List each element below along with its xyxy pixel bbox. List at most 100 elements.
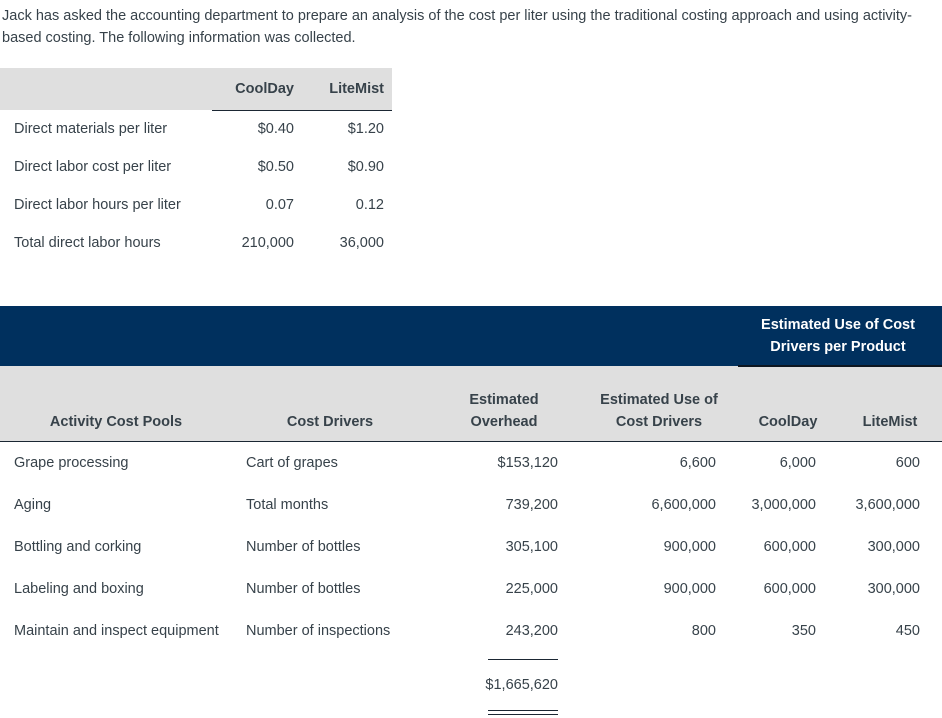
row-activity: Maintain and inspect equipment [14,623,219,639]
table1-header-row: CoolDay LiteMist [0,68,392,111]
table1-row-litemist: 36,000 [339,235,384,251]
table-row: Bottling and corking Number of bottles 3… [0,526,942,568]
row-overhead: $153,120 [497,455,558,471]
column-header-estimated-use-of-cost-drivers-label: Estimated Use of Cost Drivers [600,392,718,430]
table1-row-label: Total direct labor hours [14,235,161,251]
row-overhead: 739,200 [505,497,558,513]
row-litemist: 300,000 [867,539,920,555]
row-coolday: 3,000,000 [751,497,816,513]
row-use-of-drivers: 900,000 [663,581,716,597]
row-litemist: 450 [895,623,920,639]
row-coolday: 600,000 [763,581,816,597]
table-row: Maintain and inspect equipment Number of… [0,610,942,652]
total-double-rule-row [0,702,942,718]
banner-title: Estimated Use of Cost Drivers per Produc… [738,306,942,367]
row-use-of-drivers: 800 [691,623,716,639]
total-spacer [738,668,838,702]
table1-row-label: Direct materials per liter [14,121,168,137]
activity-cost-pools-section: Estimated Use of Cost Drivers per Produc… [0,306,942,718]
row-activity: Aging [14,497,52,513]
row-driver: Cart of grapes [246,455,338,471]
total-rule-spacer [738,702,838,718]
column-header-estimated-use-of-cost-drivers: Estimated Use of Cost Drivers [580,366,738,442]
row-activity: Labeling and boxing [14,581,144,597]
table1-body: Direct materials per liter $0.40 $1.20 D… [0,110,392,262]
total-row: $1,665,620 [0,668,942,702]
intro-paragraph: Jack has asked the accounting department… [2,8,913,46]
row-coolday: 350 [791,623,816,639]
row-litemist: 3,600,000 [855,497,920,513]
total-rule-spacer [838,702,942,718]
column-header-litemist: LiteMist [838,366,942,442]
row-driver: Number of bottles [246,539,361,555]
column-header-litemist-label: LiteMist [862,414,918,430]
row-use-of-drivers: 6,600 [679,455,716,471]
row-litemist: 600 [895,455,920,471]
column-header-coolday: CoolDay [738,366,838,442]
row-coolday: 6,000 [779,455,816,471]
table1-header-coolday: CoolDay [212,68,302,111]
total-spacer [232,668,428,702]
total-single-rule [488,659,558,661]
row-driver: Number of inspections [246,623,391,639]
total-rule-row [0,652,942,668]
table1-row-coolday: 0.07 [265,197,294,213]
table1-row-litemist: $1.20 [347,121,384,138]
table2-banner: Estimated Use of Cost Drivers per Produc… [0,306,942,367]
total-spacer [0,668,232,702]
table1-header: CoolDay LiteMist [0,68,392,111]
total-rule-cell [428,652,580,668]
table1-row-coolday: 210,000 [241,235,294,251]
table2-column-header: Activity Cost Pools Cost Drivers Estimat… [0,366,942,442]
banner-spacer [0,306,738,366]
table-row: Direct materials per liter $0.40 $1.20 [0,110,392,148]
column-header-activity-cost-pools: Activity Cost Pools [0,366,232,442]
column-header-cost-drivers: Cost Drivers [232,366,428,442]
product-cost-summary-table: CoolDay LiteMist Direct materials per li… [0,68,392,262]
total-double-rule [488,709,558,715]
column-header-estimated-overhead-label: Estimated Overhead [469,392,539,430]
table1-row-label: Direct labor cost per liter [14,159,172,175]
table-row: Direct labor cost per liter $0.50 $0.90 [0,148,392,186]
activity-cost-pools-table: Estimated Use of Cost Drivers per Produc… [0,306,942,718]
table-row: Grape processing Cart of grapes $153,120… [0,442,942,484]
column-header-activity-cost-pools-label: Activity Cost Pools [49,414,183,430]
table1-row-coolday: $0.40 [257,121,294,138]
table1-header-blank [0,68,212,110]
total-rule-spacer [0,702,232,718]
table1-row-coolday: $0.50 [257,159,294,175]
row-activity: Bottling and corking [14,539,142,555]
row-overhead: 305,100 [505,539,558,555]
total-double-rule-cell [428,702,580,718]
table-row: Aging Total months 739,200 6,600,000 3,0… [0,484,942,526]
table1-row-label: Direct labor hours per liter [14,197,181,213]
row-coolday: 600,000 [763,539,816,555]
row-overhead: 243,200 [505,623,558,639]
table-row: Labeling and boxing Number of bottles 22… [0,568,942,610]
table-row: Total direct labor hours 210,000 36,000 [0,224,392,262]
row-litemist: 300,000 [867,581,920,597]
column-header-coolday-label: CoolDay [758,414,818,430]
total-overhead-value: $1,665,620 [485,677,558,693]
table1-row-litemist: 0.12 [355,197,384,213]
total-rule-spacer [232,702,428,718]
table1-header-litemist: LiteMist [302,68,392,111]
total-spacer [580,668,738,702]
row-driver: Number of bottles [246,581,361,597]
row-overhead: 225,000 [505,581,558,597]
row-driver: Total months [246,497,329,513]
table1-row-litemist: $0.90 [347,159,384,175]
column-header-estimated-overhead: Estimated Overhead [428,366,580,442]
total-rule-spacer [838,652,942,668]
column-header-cost-drivers-label: Cost Drivers [286,414,374,430]
table-row: Direct labor hours per liter 0.07 0.12 [0,186,392,224]
row-use-of-drivers: 900,000 [663,539,716,555]
total-spacer [838,668,942,702]
total-rule-spacer [738,652,838,668]
table2-banner-row: Estimated Use of Cost Drivers per Produc… [0,306,942,367]
total-rule-spacer [232,652,428,668]
total-rule-spacer [580,702,738,718]
total-rule-spacer [580,652,738,668]
total-rule-spacer [0,652,232,668]
table2-body: Grape processing Cart of grapes $153,120… [0,442,942,718]
